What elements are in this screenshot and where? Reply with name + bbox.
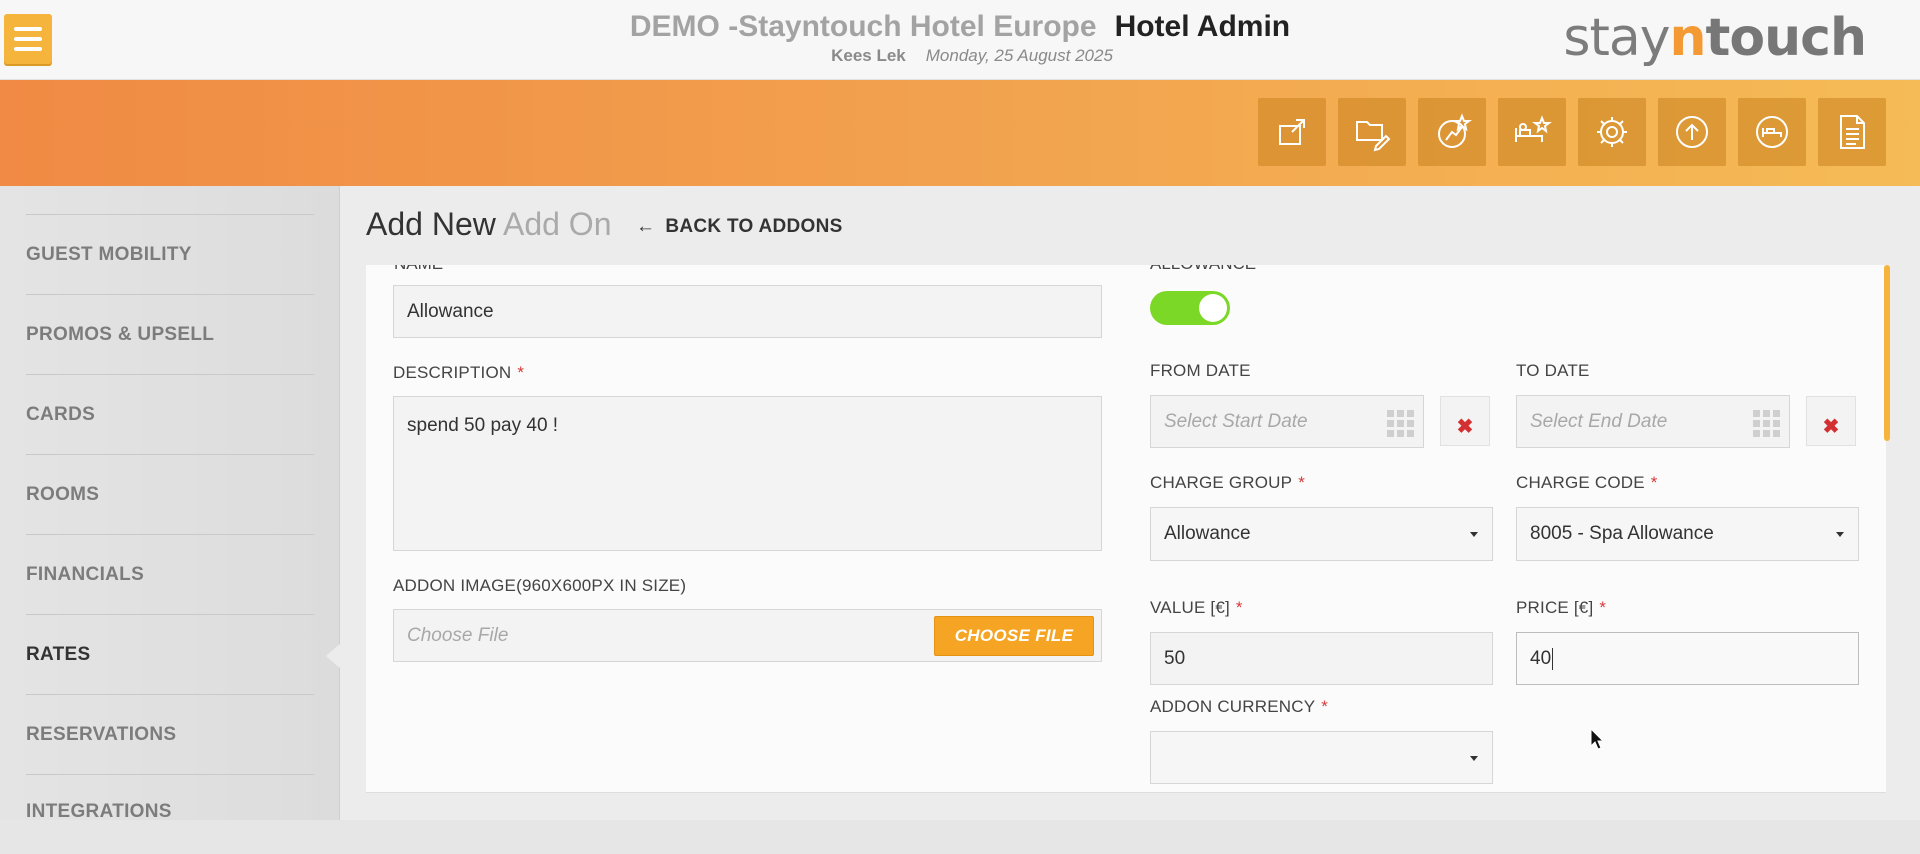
star-chart-button[interactable] <box>1418 98 1486 166</box>
app-name: Hotel Admin <box>1114 10 1291 43</box>
brand-logo-accent: n <box>1669 8 1707 68</box>
price-value: 40 <box>1530 647 1552 669</box>
required-mark: * <box>517 363 525 382</box>
chevron-down-icon <box>1470 532 1478 537</box>
close-icon: ✖ <box>1822 415 1840 438</box>
hotel-name: DEMO -Stayntouch Hotel Europe <box>629 10 1097 43</box>
bed-star-icon <box>1515 115 1552 142</box>
upload-button[interactable] <box>1658 98 1726 166</box>
addon-currency-select[interactable] <box>1150 731 1493 784</box>
mouse-cursor-icon <box>1590 728 1605 750</box>
back-link-label: BACK TO ADDONS <box>665 216 843 237</box>
price-label-text: PRICE [€] <box>1516 598 1594 617</box>
page-title-sub: Add On <box>502 206 612 242</box>
calendar-icon <box>1753 410 1781 437</box>
gear-icon <box>1597 117 1627 147</box>
sidebar-item-financials[interactable]: FINANCIALS <box>26 534 314 614</box>
required-mark: * <box>1235 598 1243 617</box>
user-name: Kees Lek <box>831 46 906 65</box>
arrow-left-icon: ← <box>636 216 656 237</box>
description-label: DESCRIPTION * <box>393 363 524 383</box>
sidebar-item-promos-upsell[interactable]: PROMOS & UPSELL <box>26 294 314 374</box>
brand-logo: stayntouch <box>1563 8 1867 68</box>
from-date-input[interactable]: Select Start Date <box>1150 395 1424 448</box>
name-input[interactable]: Allowance <box>393 285 1102 338</box>
charge-code-label: CHARGE CODE * <box>1516 473 1658 493</box>
charge-group-value: Allowance <box>1164 523 1251 544</box>
scrollbar[interactable] <box>1884 265 1890 441</box>
value-label: VALUE [€] * <box>1150 598 1243 618</box>
from-date-label: FROM DATE <box>1150 361 1251 380</box>
addon-currency-label-text: ADDON CURRENCY <box>1150 697 1316 716</box>
to-date-placeholder: Select End Date <box>1530 410 1668 432</box>
bed-star-button[interactable] <box>1498 98 1566 166</box>
star-chart-icon <box>1438 113 1472 148</box>
clear-from-date-button[interactable]: ✖ <box>1440 396 1490 446</box>
allowance-label: ALLOWANCE <box>1150 265 1256 274</box>
document-icon <box>1840 115 1865 149</box>
clear-to-date-button[interactable]: ✖ <box>1806 396 1856 446</box>
external-link-icon <box>1279 119 1305 145</box>
page-title-main: Add New <box>366 206 496 242</box>
calendar-icon <box>1387 410 1415 437</box>
to-date-label: TO DATE <box>1516 361 1590 380</box>
active-item-pointer <box>326 643 341 669</box>
required-mark: * <box>1599 598 1607 617</box>
external-link-button[interactable] <box>1258 98 1326 166</box>
charge-code-value: 8005 - Spa Allowance <box>1530 523 1714 544</box>
required-mark: * <box>1650 473 1658 492</box>
toggle-knob <box>1199 294 1227 322</box>
page-title: Add New Add On <box>366 206 611 243</box>
report-button[interactable] <box>1818 98 1886 166</box>
brand-logo-part: stay <box>1563 8 1670 68</box>
price-label: PRICE [€] * <box>1516 598 1606 618</box>
back-to-addons-link[interactable]: ← BACK TO ADDONS <box>636 216 843 238</box>
brand-logo-part: touch <box>1705 8 1867 68</box>
settings-button[interactable] <box>1578 98 1646 166</box>
allowance-toggle[interactable] <box>1150 291 1230 325</box>
sidebar-item-rooms[interactable]: ROOMS <box>26 454 314 534</box>
addon-image-placeholder: Choose File <box>407 624 509 646</box>
addon-image-field[interactable]: Choose File CHOOSE FILE <box>393 609 1102 662</box>
choose-file-button[interactable]: CHOOSE FILE <box>934 616 1094 656</box>
sidebar-item-integrations[interactable]: INTEGRATIONS <box>26 774 314 854</box>
charge-code-select[interactable]: 8005 - Spa Allowance <box>1516 507 1859 561</box>
bed-circle-icon <box>1756 116 1788 148</box>
room-status-button[interactable] <box>1738 98 1806 166</box>
folder-edit-icon <box>1356 121 1391 152</box>
required-mark: * <box>1321 697 1329 716</box>
sidebar-item-reservations[interactable]: RESERVATIONS <box>26 694 314 774</box>
upload-icon <box>1676 116 1708 148</box>
from-date-placeholder: Select Start Date <box>1164 410 1308 432</box>
sidebar-item-cards[interactable]: CARDS <box>26 374 314 454</box>
chevron-down-icon <box>1470 755 1478 761</box>
text-cursor <box>1552 647 1554 670</box>
charge-group-label-text: CHARGE GROUP <box>1150 473 1293 492</box>
to-date-input[interactable]: Select End Date <box>1516 395 1790 448</box>
charge-group-select[interactable]: Allowance <box>1150 507 1493 561</box>
addon-image-label: ADDON IMAGE(960X600PX IN SIZE) <box>393 576 687 595</box>
sidebar-item-guest-mobility[interactable]: GUEST MOBILITY <box>26 214 314 294</box>
charge-code-label-text: CHARGE CODE <box>1516 473 1645 492</box>
chevron-down-icon <box>1836 532 1844 537</box>
sidebar-item-rates[interactable]: RATES <box>26 614 314 694</box>
price-input[interactable]: 40 <box>1516 632 1859 685</box>
addon-currency-label: ADDON CURRENCY * <box>1150 697 1328 717</box>
description-label-text: DESCRIPTION <box>393 363 512 382</box>
current-date: Monday, 25 August 2025 <box>925 46 1113 65</box>
value-input[interactable]: 50 <box>1150 632 1493 685</box>
top-header: DEMO -Stayntouch Hotel Europe Hotel Admin… <box>0 0 1920 80</box>
charge-group-label: CHARGE GROUP * <box>1150 473 1305 493</box>
folder-edit-button[interactable] <box>1338 98 1406 166</box>
name-label: NAME <box>394 265 443 274</box>
close-icon: ✖ <box>1456 415 1474 438</box>
required-mark: * <box>1298 473 1306 492</box>
value-label-text: VALUE [€] <box>1150 598 1230 617</box>
description-textarea[interactable]: spend 50 pay 40 ! <box>393 396 1102 551</box>
